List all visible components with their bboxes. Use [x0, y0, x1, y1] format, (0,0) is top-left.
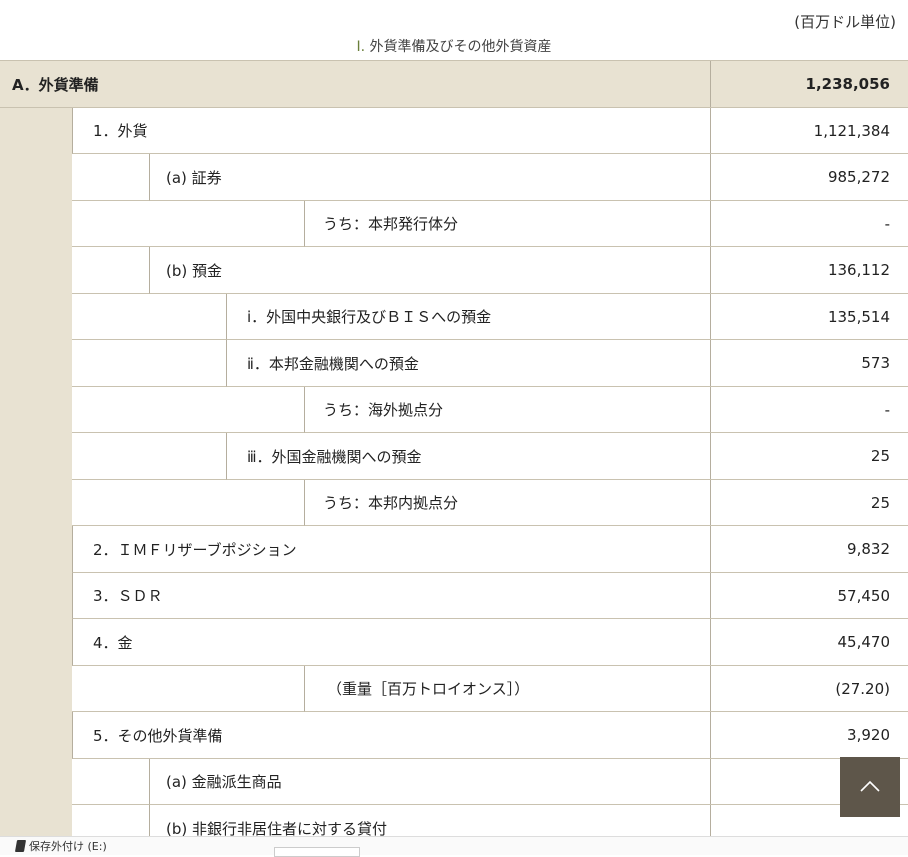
table-caption: Ⅰ. 外貨準備及びその他外貨資産 [0, 36, 908, 56]
row-value: 57,450 [710, 573, 908, 618]
row-label: (a) 証券 [149, 154, 709, 201]
row-label: 2．ＩＭＦリザーブポジション [72, 526, 709, 573]
row-label: 4．金 [72, 619, 709, 666]
table-row: ⅰ．外国中央銀行及びＢＩＳへの預金 135,514 [0, 294, 908, 340]
row-label: ⅲ．外国金融機関への預金 [226, 433, 709, 480]
table-row: うち：本邦内拠点分 25 [0, 480, 908, 526]
table-row: ⅲ．外国金融機関への預金 25 [0, 433, 908, 480]
table-row-a: A．外貨準備 1,238,056 [0, 61, 908, 108]
table-row: うち：本邦発行体分 - [0, 201, 908, 247]
row-value: 985,272 [710, 154, 908, 200]
drive-label: 保存外付け (E:) [29, 840, 107, 853]
table-row: 3．ＳＤＲ 57,450 [0, 573, 908, 619]
row-label: （重量［百万トロイオンス］） [304, 666, 709, 712]
taskbar-strip: 保存外付け (E:) [0, 836, 908, 857]
caption-number: Ⅰ. [356, 39, 366, 55]
table-row: 5．その他外貨準備 3,920 [0, 712, 908, 759]
row-value: 136,112 [710, 247, 908, 293]
row-value: 1,121,384 [710, 108, 908, 153]
row-value: 25 [710, 480, 908, 525]
table-row: 4．金 45,470 [0, 619, 908, 666]
back-to-top-button[interactable] [840, 757, 900, 817]
row-value: 1,238,056 [710, 61, 908, 107]
drive-entry[interactable]: 保存外付け (E:) [14, 838, 107, 854]
row-value: 573 [710, 340, 908, 386]
chevron-up-icon [859, 778, 881, 797]
caption-title: 外貨準備及びその他外貨資産 [369, 39, 552, 55]
row-value: 45,470 [710, 619, 908, 665]
row-value: 3,920 [710, 712, 908, 758]
table-row: 1．外貨 1,121,384 [0, 108, 908, 154]
row-label: (b) 預金 [149, 247, 709, 294]
row-value: (27.20) [710, 666, 908, 711]
unit-label: (百万ドル単位) [794, 13, 896, 31]
table-row: うち：海外拠点分 - [0, 387, 908, 433]
usb-drive-icon [14, 840, 27, 852]
row-label: (a) 金融派生商品 [149, 759, 709, 805]
row-label: うち：本邦内拠点分 [304, 480, 709, 526]
reserves-table: A．外貨準備 1,238,056 1．外貨 1,121,384 (a) 証券 9… [0, 60, 908, 852]
row-label: うち：海外拠点分 [304, 387, 709, 433]
row-label: ⅱ．本邦金融機関への預金 [226, 340, 709, 387]
table-row: 2．ＩＭＦリザーブポジション 9,832 [0, 526, 908, 573]
row-label: 3．ＳＤＲ [72, 573, 709, 619]
row-label: A．外貨準備 [0, 61, 709, 108]
table-row: ⅱ．本邦金融機関への預金 573 [0, 340, 908, 387]
table-row: (a) 証券 985,272 [0, 154, 908, 201]
row-value: 135,514 [710, 294, 908, 339]
table-row: （重量［百万トロイオンス］） (27.20) [0, 666, 908, 712]
row-label: 1．外貨 [72, 108, 709, 154]
table-row: (b) 預金 136,112 [0, 247, 908, 294]
row-value: - [710, 387, 908, 432]
row-label: うち：本邦発行体分 [304, 201, 709, 247]
row-label: ⅰ．外国中央銀行及びＢＩＳへの預金 [226, 294, 709, 340]
row-label: 5．その他外貨準備 [72, 712, 709, 759]
row-value: - [710, 201, 908, 246]
row-value: 9,832 [710, 526, 908, 572]
row-value: 25 [710, 433, 908, 479]
table-row: (a) 金融派生商品 [0, 759, 908, 805]
thumbnail-preview [274, 847, 360, 857]
